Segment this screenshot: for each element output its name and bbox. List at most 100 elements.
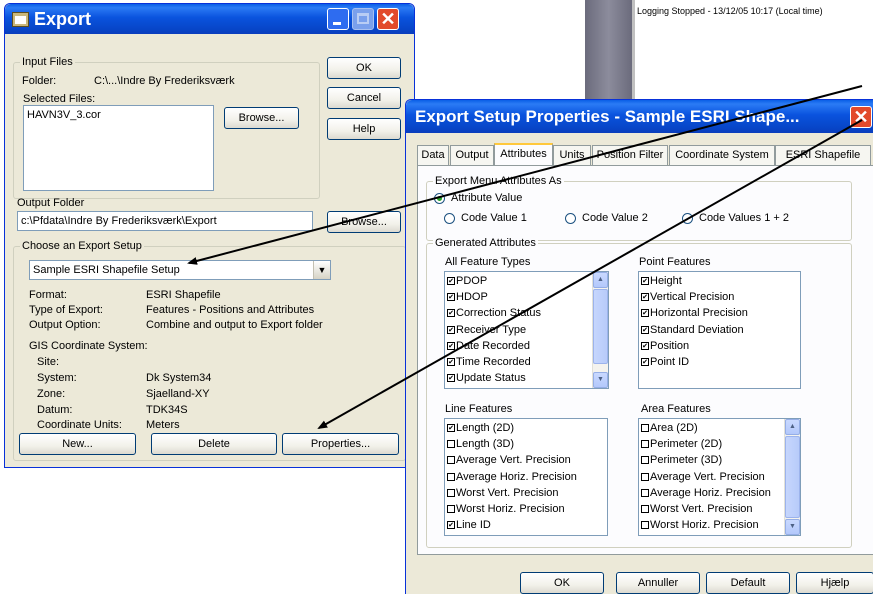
browse-output-button[interactable]: Browse... bbox=[327, 211, 401, 233]
radio-button[interactable] bbox=[565, 212, 576, 224]
radio-attribute-value[interactable]: Attribute Value bbox=[434, 192, 522, 204]
tab-attributes[interactable]: Attributes bbox=[494, 143, 553, 166]
checkbox-item[interactable]: Average Horiz. Precision bbox=[639, 485, 800, 501]
maximize-button[interactable] bbox=[352, 8, 374, 30]
checkbox[interactable] bbox=[641, 505, 649, 514]
checkbox-item[interactable]: ✔ Date Recorded bbox=[445, 338, 608, 354]
checkbox-item[interactable]: ✔ HDOP bbox=[445, 289, 608, 305]
area-features-list[interactable]: Area (2D) Perimeter (2D) Perimeter (3D) Ave… bbox=[638, 418, 801, 536]
properties-cancel-button[interactable]: Annuller bbox=[616, 572, 700, 594]
checkbox-item[interactable]: Average Vert. Precision bbox=[639, 469, 800, 485]
ok-button[interactable]: OK bbox=[327, 57, 401, 79]
point-features-list[interactable]: ✔ Height ✔ Vertical Precision ✔ Horizontal Pr… bbox=[638, 271, 801, 389]
checkbox-item[interactable]: ✔ Update Status bbox=[445, 370, 608, 386]
checkbox[interactable]: ✔ bbox=[447, 374, 455, 383]
scroll-up-icon[interactable]: ▲ bbox=[785, 419, 800, 435]
checkbox-item[interactable]: Worst Vert. Precision bbox=[445, 485, 607, 501]
checkbox[interactable] bbox=[641, 440, 649, 449]
help-button[interactable]: Help bbox=[327, 118, 401, 140]
scroll-thumb[interactable] bbox=[785, 436, 800, 518]
properties-close-button[interactable]: ✕ bbox=[850, 106, 872, 128]
line-features-list[interactable]: ✔ Length (2D) Length (3D) Average Vert. Pre… bbox=[444, 418, 608, 536]
tab-coordinate-system[interactable]: Coordinate System bbox=[669, 145, 775, 165]
tab-esri-shapefile[interactable]: ESRI Shapefile bbox=[775, 145, 871, 165]
checkbox-item[interactable]: Worst Horiz. Precision bbox=[445, 501, 607, 517]
checkbox-item[interactable]: Average Horiz. Precision bbox=[445, 469, 607, 485]
properties-ok-button[interactable]: OK bbox=[520, 572, 604, 594]
checkbox[interactable] bbox=[641, 488, 649, 497]
checkbox-item[interactable]: Perimeter (2D) bbox=[639, 436, 800, 452]
properties-default-button[interactable]: Default bbox=[706, 572, 790, 594]
checkbox[interactable] bbox=[641, 424, 649, 433]
checkbox[interactable]: ✔ bbox=[447, 309, 455, 318]
checkbox-item[interactable]: Average Vert. Precision bbox=[445, 452, 607, 468]
checkbox[interactable]: ✔ bbox=[447, 341, 455, 350]
checkbox[interactable] bbox=[641, 456, 649, 465]
browse-input-button[interactable]: Browse... bbox=[224, 107, 299, 129]
checkbox[interactable]: ✔ bbox=[641, 277, 649, 286]
radio-button[interactable] bbox=[434, 192, 445, 204]
checkbox[interactable] bbox=[641, 521, 649, 530]
properties-titlebar[interactable]: Export Setup Properties - Sample ESRI Sh… bbox=[406, 100, 873, 133]
radio-code-value-2[interactable]: Code Value 2 bbox=[565, 212, 648, 224]
tab-output[interactable]: Output bbox=[450, 145, 494, 165]
vertical-scrollbar[interactable]: ▲ ▼ bbox=[592, 272, 608, 388]
checkbox[interactable] bbox=[641, 472, 649, 481]
scroll-up-icon[interactable]: ▲ bbox=[593, 272, 608, 288]
checkbox[interactable]: ✔ bbox=[447, 277, 455, 286]
output-folder-field[interactable]: c:\Pfdata\Indre By Frederiksværk\Export bbox=[17, 211, 313, 231]
selected-files-list[interactable]: HAVN3V_3.cor bbox=[23, 105, 214, 191]
checkbox[interactable] bbox=[447, 472, 455, 481]
setup-select[interactable]: Sample ESRI Shapefile Setup ▼ bbox=[29, 260, 331, 280]
radio-button[interactable] bbox=[444, 212, 455, 224]
checkbox[interactable]: ✔ bbox=[641, 293, 649, 302]
checkbox[interactable] bbox=[447, 505, 455, 514]
radio-code-values-1-2[interactable]: Code Values 1 + 2 bbox=[682, 212, 789, 224]
checkbox-item[interactable]: ✔ Receiver Type bbox=[445, 322, 608, 338]
checkbox-item[interactable]: ✔ Position bbox=[639, 338, 800, 354]
checkbox[interactable]: ✔ bbox=[447, 521, 455, 530]
checkbox-item[interactable]: Length (3D) bbox=[445, 436, 607, 452]
radio-code-value-1[interactable]: Code Value 1 bbox=[444, 212, 527, 224]
checkbox[interactable]: ✔ bbox=[641, 309, 649, 318]
checkbox[interactable]: ✔ bbox=[447, 424, 455, 433]
checkbox-item[interactable]: ✔ Point ID bbox=[639, 354, 800, 370]
checkbox-item[interactable]: Worst Horiz. Precision bbox=[639, 517, 800, 533]
selected-file-item[interactable]: HAVN3V_3.cor bbox=[27, 109, 101, 121]
checkbox[interactable] bbox=[447, 456, 455, 465]
checkbox-item[interactable]: ✔ Correction Status bbox=[445, 305, 608, 321]
cancel-button[interactable]: Cancel bbox=[327, 87, 401, 109]
checkbox-item[interactable]: ✔ Line ID bbox=[445, 517, 607, 533]
checkbox[interactable]: ✔ bbox=[641, 341, 649, 350]
export-titlebar[interactable]: Export ✕ bbox=[5, 4, 414, 34]
close-button[interactable]: ✕ bbox=[377, 8, 399, 30]
radio-button[interactable] bbox=[682, 212, 693, 224]
chevron-down-icon[interactable]: ▼ bbox=[313, 261, 330, 279]
tab-units[interactable]: Units bbox=[553, 145, 591, 165]
checkbox[interactable]: ✔ bbox=[447, 325, 455, 334]
checkbox-item[interactable]: ✔ Standard Deviation bbox=[639, 322, 800, 338]
properties-button[interactable]: Properties... bbox=[282, 433, 399, 455]
tab-data[interactable]: Data bbox=[417, 145, 449, 165]
checkbox-item[interactable]: Area (2D) bbox=[639, 420, 800, 436]
checkbox[interactable]: ✔ bbox=[447, 358, 455, 367]
checkbox-item[interactable]: ✔ Height bbox=[639, 273, 800, 289]
scroll-thumb[interactable] bbox=[593, 289, 608, 364]
properties-help-button[interactable]: Hjælp bbox=[796, 572, 873, 594]
checkbox[interactable]: ✔ bbox=[641, 358, 649, 367]
all-features-list[interactable]: ✔ PDOP ✔ HDOP ✔ Correction Status ✔ Receiver Ty… bbox=[444, 271, 609, 389]
checkbox-item[interactable]: ✔ PDOP bbox=[445, 273, 608, 289]
scroll-down-icon[interactable]: ▼ bbox=[785, 519, 800, 535]
checkbox-item[interactable]: Worst Vert. Precision bbox=[639, 501, 800, 517]
checkbox-item[interactable]: ✔ Horizontal Precision bbox=[639, 305, 800, 321]
checkbox[interactable] bbox=[447, 440, 455, 449]
checkbox[interactable]: ✔ bbox=[447, 293, 455, 302]
checkbox[interactable]: ✔ bbox=[641, 325, 649, 334]
checkbox-item[interactable]: Perimeter (3D) bbox=[639, 452, 800, 468]
minimize-button[interactable] bbox=[327, 8, 349, 30]
delete-setup-button[interactable]: Delete bbox=[151, 433, 277, 455]
checkbox-item[interactable]: ✔ Time Recorded bbox=[445, 354, 608, 370]
checkbox-item[interactable]: ✔ Vertical Precision bbox=[639, 289, 800, 305]
vertical-scrollbar[interactable]: ▲ ▼ bbox=[784, 419, 800, 535]
checkbox-item[interactable]: ✔ Length (2D) bbox=[445, 420, 607, 436]
